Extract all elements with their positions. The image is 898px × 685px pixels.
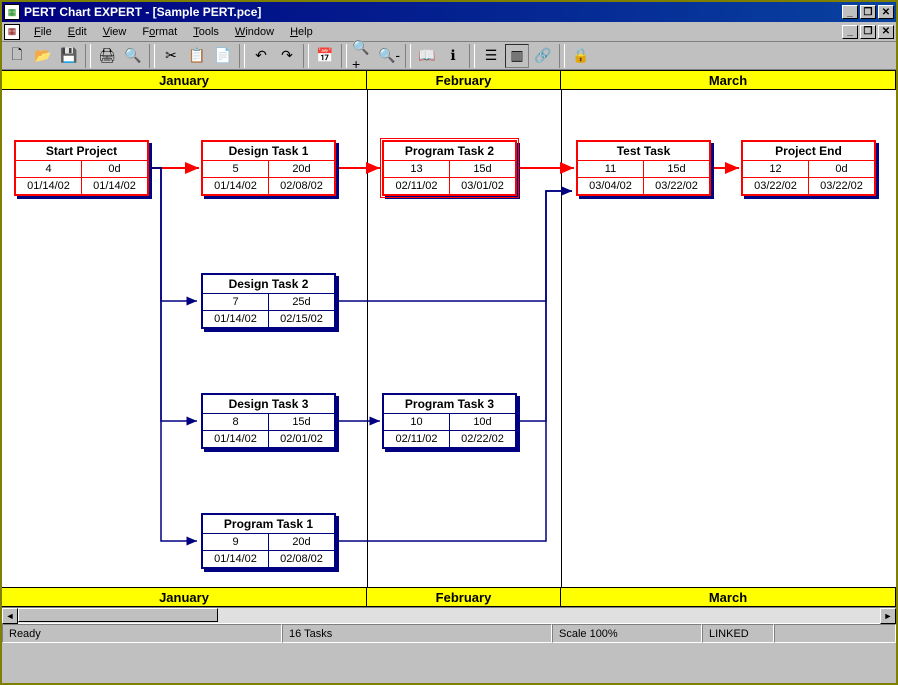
horizontal-scrollbar[interactable]: ◄ ►: [2, 607, 896, 623]
toolbar: 🗋 📂 💾 🖨 🔍 ✂ 📋 📄 ↶ ↷ 📅 🔍+ 🔍- 📖 ℹ ☰ ▥ 🔗 🔒: [2, 42, 896, 70]
menu-bar: ▦ File Edit View Format Tools Window Hel…: [2, 22, 896, 42]
menu-window[interactable]: Window: [227, 24, 282, 40]
chart-area[interactable]: Start Project 40d 01/14/0201/14/02 Desig…: [2, 90, 896, 587]
task-project-end[interactable]: Project End 120d 03/22/0203/22/02: [741, 140, 876, 196]
menu-view[interactable]: View: [95, 24, 135, 40]
doc-icon: ▦: [4, 24, 20, 40]
save-button[interactable]: 💾: [57, 44, 81, 68]
date-button[interactable]: 📅: [313, 44, 337, 68]
task-title: Start Project: [16, 142, 147, 161]
zoom-in-button[interactable]: 🔍+: [351, 44, 375, 68]
open-button[interactable]: 📂: [31, 44, 55, 68]
info-button[interactable]: ℹ: [441, 44, 465, 68]
task-test[interactable]: Test Task 1115d 03/04/0203/22/02: [576, 140, 711, 196]
task-design-2[interactable]: Design Task 2 725d 01/14/0202/15/02: [201, 273, 336, 329]
task-design-3[interactable]: Design Task 3 815d 01/14/0202/01/02: [201, 393, 336, 449]
month-february: February: [367, 71, 561, 89]
mdi-minimize-button[interactable]: _: [842, 25, 858, 39]
menu-edit[interactable]: Edit: [60, 24, 95, 40]
month-january: January: [2, 71, 367, 89]
scroll-track[interactable]: [18, 608, 880, 623]
view-list-button[interactable]: ☰: [479, 44, 503, 68]
task-program-2[interactable]: Program Task 2 1315d 02/11/0203/01/02: [382, 140, 517, 196]
menu-format[interactable]: Format: [134, 24, 185, 40]
month-march: March: [561, 71, 896, 89]
status-ready: Ready: [2, 624, 282, 643]
new-button[interactable]: 🗋: [5, 44, 29, 68]
status-task-count: 16 Tasks: [282, 624, 552, 643]
goto-button[interactable]: 📖: [415, 44, 439, 68]
status-scale: Scale 100%: [552, 624, 702, 643]
paste-button[interactable]: 📄: [211, 44, 235, 68]
menu-help[interactable]: Help: [282, 24, 321, 40]
timeline-header-top: January February March: [2, 70, 896, 90]
menu-tools[interactable]: Tools: [185, 24, 227, 40]
month-divider-1: [367, 90, 368, 587]
print-preview-button[interactable]: 🔍: [121, 44, 145, 68]
title-bar: ▦ PERT Chart EXPERT - [Sample PERT.pce] …: [2, 2, 896, 22]
mdi-close-button[interactable]: ✕: [878, 25, 894, 39]
link-button[interactable]: 🔗: [531, 44, 555, 68]
zoom-out-button[interactable]: 🔍-: [377, 44, 401, 68]
task-design-1[interactable]: Design Task 1 520d 01/14/0202/08/02: [201, 140, 336, 196]
close-button[interactable]: ✕: [878, 5, 894, 19]
view-timeline-button[interactable]: ▥: [505, 44, 529, 68]
timeline-header-bottom: January February March: [2, 587, 896, 607]
minimize-button[interactable]: _: [842, 5, 858, 19]
maximize-button[interactable]: ❐: [860, 5, 876, 19]
scroll-thumb[interactable]: [18, 608, 218, 622]
window-title: PERT Chart EXPERT - [Sample PERT.pce]: [24, 5, 842, 19]
scroll-right-button[interactable]: ►: [880, 608, 896, 624]
status-linked: LINKED: [702, 624, 774, 643]
lock-button[interactable]: 🔒: [569, 44, 593, 68]
cut-button[interactable]: ✂: [159, 44, 183, 68]
task-start-project[interactable]: Start Project 40d 01/14/0201/14/02: [14, 140, 149, 196]
menu-file[interactable]: File: [26, 24, 60, 40]
undo-button[interactable]: ↶: [249, 44, 273, 68]
month-divider-2: [561, 90, 562, 587]
print-button[interactable]: 🖨: [95, 44, 119, 68]
copy-button[interactable]: 📋: [185, 44, 209, 68]
redo-button[interactable]: ↷: [275, 44, 299, 68]
task-program-3[interactable]: Program Task 3 1010d 02/11/0202/22/02: [382, 393, 517, 449]
status-bar: Ready 16 Tasks Scale 100% LINKED: [2, 623, 896, 643]
scroll-left-button[interactable]: ◄: [2, 608, 18, 624]
mdi-maximize-button[interactable]: ❐: [860, 25, 876, 39]
status-spacer: [774, 624, 896, 643]
task-program-1[interactable]: Program Task 1 920d 01/14/0202/08/02: [201, 513, 336, 569]
app-icon: ▦: [4, 4, 20, 20]
